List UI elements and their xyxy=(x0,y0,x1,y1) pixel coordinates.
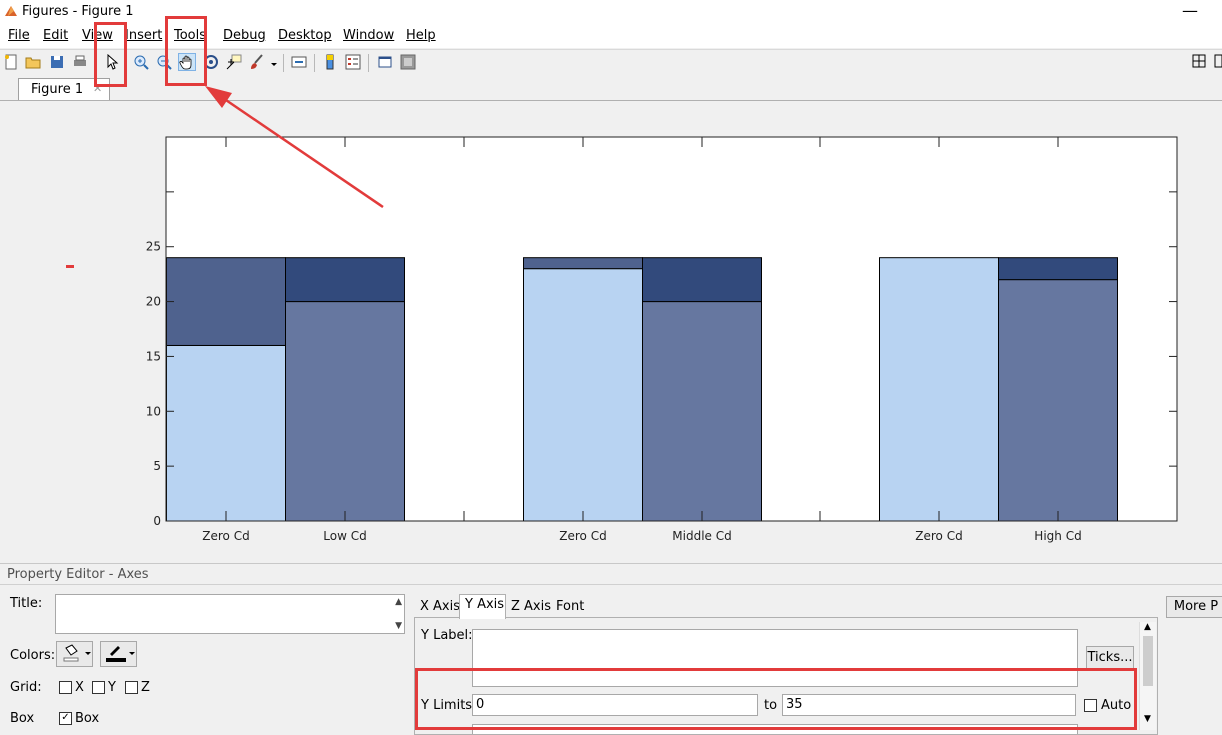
y-tick-label: 20 xyxy=(146,295,161,309)
red-marker xyxy=(66,265,74,268)
y-tick-label: 10 xyxy=(146,404,161,418)
link-icon[interactable] xyxy=(291,54,307,70)
bar-0-s1 xyxy=(166,257,286,346)
y-tick-label: 5 xyxy=(153,459,161,473)
paint-bucket-icon xyxy=(63,644,91,662)
hide-plot-tools-icon[interactable] xyxy=(377,54,393,70)
scroll-down-icon[interactable]: ▼ xyxy=(395,621,402,631)
open-icon[interactable] xyxy=(25,54,41,70)
x-tick-label: Zero Cd xyxy=(915,529,962,543)
highlight-box-ylimits xyxy=(415,668,1137,730)
new-figure-icon[interactable] xyxy=(3,54,19,70)
bar-chart[interactable]: Zero Cd Low Cd Zero Cd Middle Cd Zero Cd High… xyxy=(0,101,1222,563)
pen-icon xyxy=(105,646,135,662)
bar-4-s0 xyxy=(879,257,999,522)
scroll-up-icon[interactable]: ▲ xyxy=(395,597,402,607)
face-color-button[interactable] xyxy=(56,641,93,667)
menu-debug[interactable]: Debug xyxy=(223,28,266,43)
x-tick-label: Low Cd xyxy=(323,529,366,543)
zoom-in-icon[interactable] xyxy=(133,54,149,70)
save-icon[interactable] xyxy=(49,54,65,70)
scroll-thumb[interactable] xyxy=(1143,636,1153,686)
menu-edit[interactable]: Edit xyxy=(43,28,68,43)
grid-x-checkbox[interactable] xyxy=(59,681,72,694)
grid-y-label: Y xyxy=(108,680,116,695)
highlight-box-view xyxy=(94,22,127,87)
tile-icon[interactable] xyxy=(1192,54,1208,70)
menu-window[interactable]: Window xyxy=(343,28,394,43)
box-label: Box xyxy=(10,711,35,726)
grid-z-checkbox[interactable] xyxy=(125,681,138,694)
brush-icon[interactable] xyxy=(249,54,265,70)
menu-desktop[interactable]: Desktop xyxy=(278,28,332,43)
y-tick-label: 0 xyxy=(153,514,161,528)
bar-3-s1 xyxy=(642,257,762,303)
ticks-button[interactable]: Ticks... xyxy=(1086,646,1134,670)
bar-5-s0 xyxy=(998,279,1118,522)
y-tick-label: 15 xyxy=(146,349,161,363)
tab-label: Figure 1 xyxy=(31,82,84,97)
window-title: Figures - Figure 1 xyxy=(22,4,134,19)
bar-5-s1 xyxy=(998,257,1118,281)
colorbar-icon[interactable] xyxy=(322,54,338,70)
bar-3-s0 xyxy=(642,301,762,522)
property-editor-title: Property Editor - Axes xyxy=(7,567,149,582)
edge-color-button[interactable] xyxy=(100,641,137,667)
x-tick-label: Zero Cd xyxy=(202,529,249,543)
bar-0-s0 xyxy=(166,344,286,522)
tab-y-axis[interactable]: Y Axis xyxy=(465,597,504,619)
more-properties-button[interactable]: More P xyxy=(1166,596,1222,618)
grid-x-label: X xyxy=(75,680,84,695)
y-tick-label: 25 xyxy=(146,240,161,254)
grid-z-label: Z xyxy=(141,680,150,695)
highlight-box-tools xyxy=(165,16,207,86)
scroll-down-icon[interactable]: ▼ xyxy=(1144,714,1151,724)
brush-dropdown-icon[interactable] xyxy=(270,54,278,70)
bar-2-s0 xyxy=(523,268,643,522)
float-icon[interactable] xyxy=(1214,54,1222,70)
box-checkbox[interactable]: ✓ xyxy=(59,712,72,725)
tab-font[interactable]: Font xyxy=(556,599,584,621)
box-check-label: Box xyxy=(75,711,100,726)
matlab-logo-icon xyxy=(4,4,18,18)
x-tick-label: High Cd xyxy=(1034,529,1081,543)
legend-icon[interactable] xyxy=(345,54,361,70)
title-label: Title: xyxy=(10,596,43,611)
grid-label: Grid: xyxy=(10,680,42,695)
tab-z-axis[interactable]: Z Axis xyxy=(511,599,551,621)
print-icon[interactable] xyxy=(72,54,88,70)
grid-y-checkbox[interactable] xyxy=(92,681,105,694)
menu-file[interactable]: File xyxy=(8,28,30,43)
minimize-button[interactable]: — xyxy=(1182,1,1198,20)
x-tick-label: Zero Cd xyxy=(559,529,606,543)
bar-1-s0 xyxy=(285,301,405,522)
tab-x-axis[interactable]: X Axis xyxy=(420,599,460,621)
bar-1-s1 xyxy=(285,257,405,303)
menu-help[interactable]: Help xyxy=(406,28,436,43)
title-textarea[interactable]: ▲ ▼ xyxy=(55,594,405,634)
scroll-up-icon[interactable]: ▲ xyxy=(1144,622,1151,632)
bar-2-s1 xyxy=(523,257,643,270)
colors-label: Colors: xyxy=(10,648,56,663)
x-tick-label: Middle Cd xyxy=(672,529,731,543)
figure-canvas: Zero Cd Low Cd Zero Cd Middle Cd Zero Cd High… xyxy=(0,101,1222,563)
menu-insert[interactable]: Insert xyxy=(125,28,162,43)
panel-scrollbar[interactable]: ▲ ▼ xyxy=(1139,622,1156,730)
ylabel-label: Y Label: xyxy=(421,628,473,643)
show-plot-tools-icon[interactable] xyxy=(400,54,416,70)
data-cursor-icon[interactable] xyxy=(226,54,242,70)
